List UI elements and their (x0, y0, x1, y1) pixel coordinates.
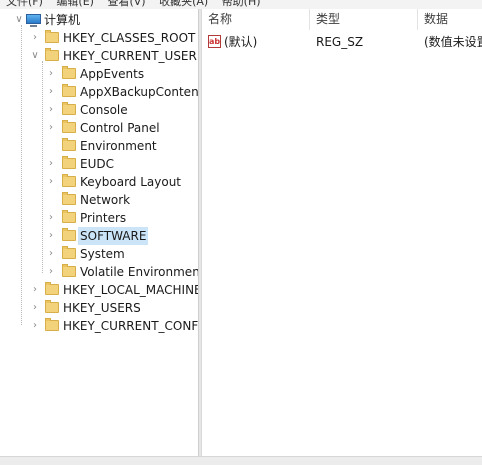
chevron-right-icon[interactable]: › (46, 209, 56, 227)
menu-file[interactable]: 文件(F) (6, 0, 43, 8)
tree-node-label: Control Panel (80, 121, 160, 135)
tree-node-label: AppXBackupContentTy (80, 85, 198, 99)
chevron-right-icon[interactable]: › (46, 119, 56, 137)
folder-icon (45, 282, 59, 295)
registry-tree[interactable]: ∨ 计算机 › HKEY_CLASSES_ROOT ∨ HKEY_CURRENT… (0, 9, 198, 456)
folder-icon (62, 66, 76, 79)
tree-node-network[interactable]: Network (46, 191, 198, 209)
string-value-icon: ab (208, 35, 221, 48)
chevron-right-icon[interactable]: › (30, 29, 40, 47)
folder-icon (62, 264, 76, 277)
column-header-type[interactable]: 类型 (310, 9, 418, 30)
chevron-down-icon[interactable]: ∨ (30, 47, 40, 65)
tree-node-eudc[interactable]: › EUDC (46, 155, 198, 173)
tree-guide-line (42, 61, 43, 273)
chevron-right-icon[interactable]: › (46, 101, 56, 119)
tree-node-hkey-users[interactable]: › HKEY_USERS (30, 299, 196, 317)
tree-node-appevents[interactable]: › AppEvents (46, 65, 198, 83)
tree-node-label: Console (80, 103, 128, 117)
table-row[interactable]: ab (默认) REG_SZ (数值未设置 (202, 33, 482, 51)
tree-node-appxbackupcontentty[interactable]: › AppXBackupContentTy (46, 83, 198, 101)
tree-node-label-selected: SOFTWARE (78, 227, 149, 245)
tree-node-label: Keyboard Layout (80, 175, 182, 189)
tree-node-label: AppEvents (80, 67, 145, 81)
chevron-right-icon[interactable]: › (46, 263, 56, 281)
chevron-right-icon[interactable]: › (46, 83, 56, 101)
folder-icon (45, 318, 59, 331)
folder-icon (62, 228, 76, 241)
tree-node-label: System (80, 247, 125, 261)
chevron-right-icon[interactable]: › (46, 245, 56, 263)
tree-node-computer[interactable]: ∨ 计算机 (14, 11, 194, 29)
tree-node-hkey-local-machine[interactable]: › HKEY_LOCAL_MACHINE (30, 281, 198, 299)
tree-node-label: Network (80, 193, 131, 207)
tree-node-label: HKEY_CURRENT_USER (63, 49, 197, 63)
tree-node-system[interactable]: › System (46, 245, 198, 263)
tree-node-control-panel[interactable]: › Control Panel (46, 119, 198, 137)
menu-view[interactable]: 查看(V) (107, 0, 145, 8)
folder-icon (45, 300, 59, 313)
menu-help[interactable]: 帮助(H) (222, 0, 261, 8)
tree-node-label: Volatile Environment (80, 265, 198, 279)
chevron-right-icon[interactable]: › (30, 281, 40, 299)
chevron-right-icon[interactable]: › (46, 65, 56, 83)
chevron-right-icon[interactable]: › (30, 317, 40, 335)
tree-node-label: 计算机 (44, 13, 81, 27)
folder-icon (62, 156, 76, 169)
tree-node-printers[interactable]: › Printers (46, 209, 198, 227)
tree-node-label: Printers (80, 211, 127, 225)
tree-node-keyboard-layout[interactable]: › Keyboard Layout (46, 173, 198, 191)
folder-icon (62, 174, 76, 187)
tree-node-label: Environment (80, 139, 157, 153)
column-header-name[interactable]: 名称 (202, 9, 310, 30)
folder-icon (62, 120, 76, 133)
value-name: (默认) (224, 35, 258, 49)
tree-guide-line (21, 25, 22, 325)
horizontal-scrollbar[interactable] (0, 456, 482, 465)
tree-node-hkey-current-user[interactable]: ∨ HKEY_CURRENT_USER (30, 47, 197, 65)
chevron-right-icon[interactable]: › (46, 173, 56, 191)
chevron-down-icon[interactable]: ∨ (14, 11, 24, 29)
folder-icon (62, 84, 76, 97)
chevron-right-icon[interactable]: › (46, 155, 56, 173)
tree-node-label: HKEY_CLASSES_ROOT (63, 31, 196, 45)
menu-favorites[interactable]: 收藏夹(A) (159, 0, 208, 8)
value-type: REG_SZ (316, 35, 364, 49)
tree-node-label: HKEY_CURRENT_CONFIG (63, 319, 198, 333)
chevron-right-icon[interactable]: › (30, 299, 40, 317)
folder-icon (62, 192, 76, 205)
folder-icon (62, 246, 76, 259)
values-list[interactable]: 名称 类型 数据 ab (默认) REG_SZ (数值未设置 (202, 9, 482, 456)
tree-node-label: HKEY_USERS (63, 301, 141, 315)
folder-icon (62, 102, 76, 115)
tree-node-environment[interactable]: Environment (46, 137, 198, 155)
computer-icon (26, 14, 41, 27)
tree-node-console[interactable]: › Console (46, 101, 198, 119)
chevron-right-icon[interactable]: › (46, 227, 56, 245)
tree-node-hkey-current-config[interactable]: › HKEY_CURRENT_CONFIG (30, 317, 198, 335)
menu-edit[interactable]: 编辑(E) (56, 0, 94, 8)
tree-node-label: EUDC (80, 157, 114, 171)
folder-icon (45, 48, 59, 61)
tree-node-hkey-classes-root[interactable]: › HKEY_CLASSES_ROOT (30, 29, 196, 47)
folder-icon (62, 138, 76, 151)
tree-node-volatile-environment[interactable]: › Volatile Environment (46, 263, 198, 281)
value-data: (数值未设置 (424, 35, 482, 49)
tree-node-label: HKEY_LOCAL_MACHINE (63, 283, 198, 297)
column-header-data[interactable]: 数据 (418, 9, 482, 30)
menu-bar: 文件(F) 编辑(E) 查看(V) 收藏夹(A) 帮助(H) (0, 0, 482, 9)
tree-node-software[interactable]: › SOFTWARE (46, 227, 198, 245)
folder-icon (45, 30, 59, 43)
folder-icon (62, 210, 76, 223)
